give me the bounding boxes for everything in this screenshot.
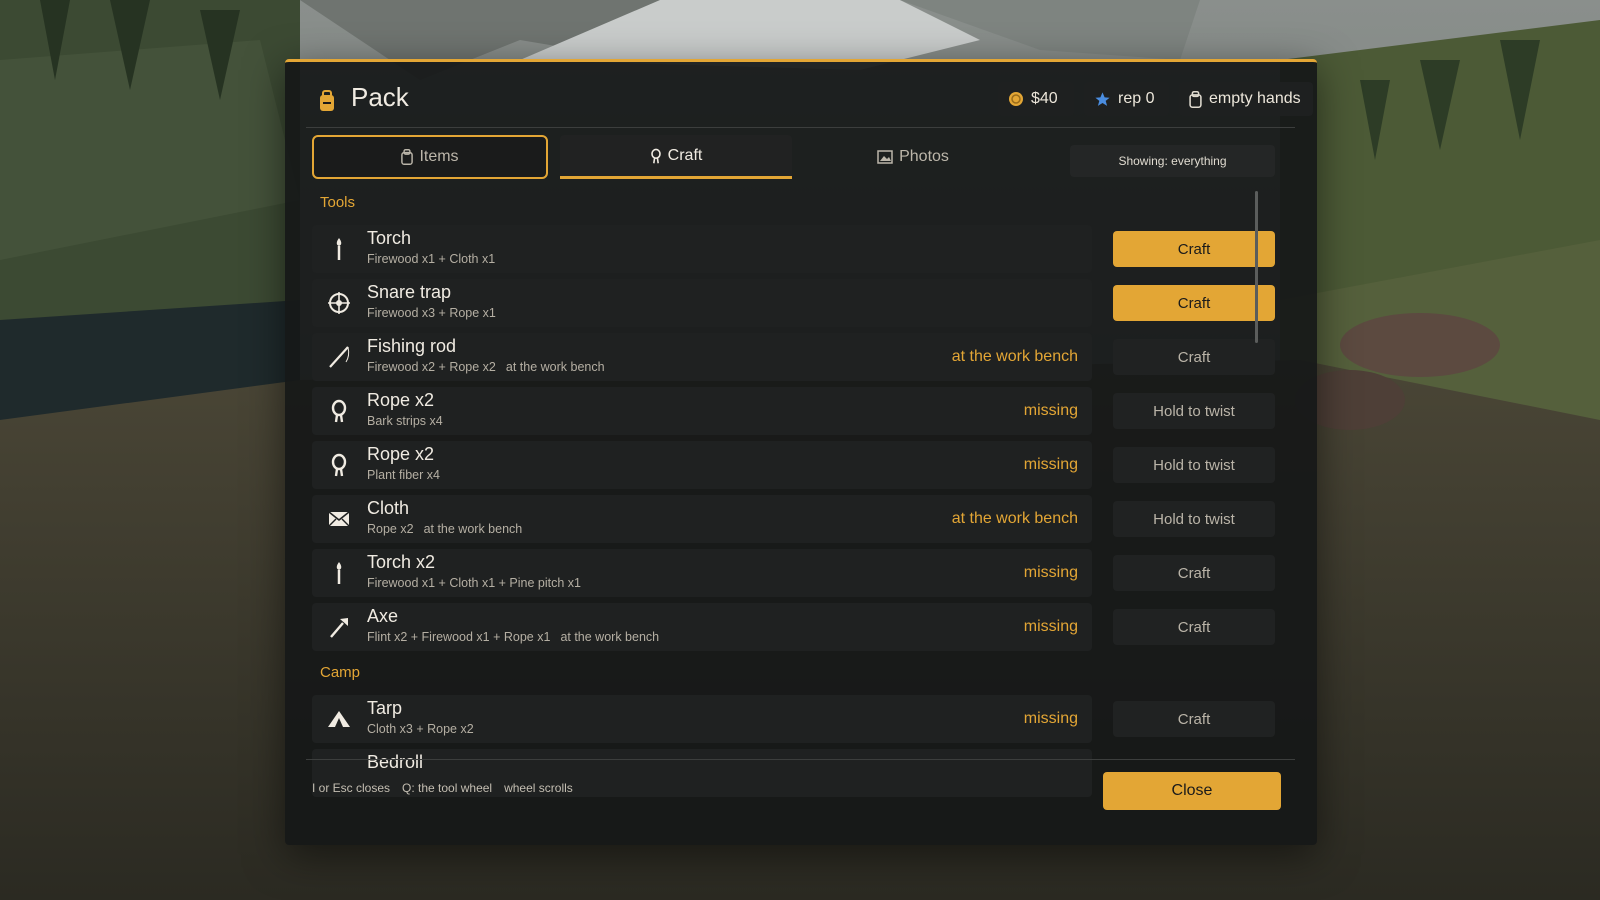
- recipe-ingredients: Firewood x1 + Cloth x1 + Pine pitch x1: [367, 576, 581, 590]
- craft-button[interactable]: Craft: [1113, 285, 1275, 321]
- close-button[interactable]: Close: [1103, 772, 1281, 810]
- recipe-location: at the work bench: [560, 630, 660, 644]
- recipe-row[interactable]: Axe Flint x2 + Firewood x1 + Rope x1 at th…: [312, 603, 1092, 651]
- recipe-ingredients: Bark strips x4: [367, 414, 443, 428]
- hold-to-twist-button[interactable]: Hold to twist: [1113, 393, 1275, 429]
- backpack-small-icon: [1189, 90, 1202, 108]
- recipe-name: Snare trap: [367, 282, 452, 302]
- recipe-name: Axe: [367, 606, 399, 626]
- torch-icon: [326, 236, 352, 262]
- ingredients-text: Cloth x3 + Rope x2: [367, 722, 474, 736]
- ingredients-text: Plant fiber x4: [367, 468, 440, 482]
- backpack-icon: [320, 90, 334, 111]
- tab-photos[interactable]: Photos: [798, 135, 1028, 179]
- ingredients-text: Bark strips x4: [367, 414, 443, 428]
- money-chip: $40: [998, 82, 1074, 116]
- tab-items-label: Items: [419, 148, 459, 165]
- tab-photos-label: Photos: [899, 148, 949, 165]
- recipe-name: Fishing rod: [367, 336, 457, 356]
- panel-title: Pack: [351, 82, 409, 112]
- torch-icon: [326, 560, 352, 586]
- hint-scroll: wheel scrolls: [504, 781, 573, 795]
- recipe-name: Bedroll: [367, 752, 424, 772]
- recipe-ingredients: Firewood x3 + Rope x1: [367, 306, 496, 320]
- recipe-status: missing: [1023, 402, 1078, 419]
- recipe-name: Tarp: [367, 698, 403, 718]
- recipe-ingredients: Flint x2 + Firewood x1 + Rope x1 at the w…: [367, 630, 659, 644]
- ingredients-text: Firewood x3 + Rope x1: [367, 306, 496, 320]
- hands-chip: empty hands: [1179, 82, 1313, 116]
- tent-icon: [326, 706, 352, 732]
- rope-icon: [326, 398, 352, 424]
- recipe-location: at the work bench: [423, 522, 523, 536]
- recipe-ingredients: Firewood x1 + Cloth x1: [367, 252, 495, 266]
- recipe-name: Torch: [367, 228, 412, 248]
- recipe-row[interactable]: Snare trap Firewood x3 + Rope x1: [312, 279, 1092, 327]
- recipe-status: missing: [1023, 710, 1078, 727]
- recipe-ingredients: Plant fiber x4: [367, 468, 440, 482]
- money-value: $40: [1031, 90, 1058, 107]
- hold-to-twist-button[interactable]: Hold to twist: [1113, 447, 1275, 483]
- craft-button[interactable]: Craft: [1113, 555, 1275, 591]
- recipe-ingredients: Firewood x2 + Rope x2 at the work bench: [367, 360, 605, 374]
- recipe-row[interactable]: Torch Firewood x1 + Cloth x1: [312, 225, 1092, 273]
- hands-value: empty hands: [1209, 90, 1301, 107]
- control-hints: I or Esc closes Q: the tool wheel wheel …: [312, 781, 573, 795]
- ingredients-text: Firewood x1 + Cloth x1 + Pine pitch x1: [367, 576, 582, 590]
- rep-value: rep 0: [1118, 90, 1155, 107]
- tab-craft[interactable]: Craft: [560, 135, 792, 179]
- pack-panel: Pack $40 rep 0 empty hands Items Craft P…: [285, 59, 1317, 845]
- rope-icon: [326, 452, 352, 478]
- fishing-rod-icon: [326, 344, 352, 370]
- recipe-ingredients: Rope x2 at the work bench: [367, 522, 522, 536]
- ingredients-text: Firewood x2 + Rope x2: [367, 360, 496, 374]
- recipe-row[interactable]: Fishing rod Firewood x2 + Rope x2 at the w…: [312, 333, 1092, 381]
- recipe-name: Torch x2: [367, 552, 436, 572]
- hold-to-twist-button[interactable]: Hold to twist: [1113, 501, 1275, 537]
- craft-button[interactable]: Craft: [1113, 231, 1275, 267]
- ingredients-text: Firewood x1 + Cloth x1: [367, 252, 496, 266]
- axe-icon: [326, 614, 352, 640]
- rep-chip: rep 0: [1084, 82, 1169, 116]
- recipe-name: Rope x2: [367, 390, 435, 410]
- recipe-row[interactable]: Torch x2 Firewood x1 + Cloth x1 + Pine pi…: [312, 549, 1092, 597]
- filter-toggle[interactable]: Showing: everything: [1070, 145, 1275, 177]
- tab-craft-label: Craft: [667, 146, 703, 164]
- craft-button[interactable]: Craft: [1113, 609, 1275, 645]
- craft-button[interactable]: Craft: [1113, 339, 1275, 375]
- recipe-status: missing: [1023, 618, 1078, 635]
- star-icon: [1095, 91, 1110, 106]
- cloth-icon: [326, 506, 352, 532]
- list-scrollbar[interactable]: [1255, 191, 1258, 343]
- recipe-status: at the work bench: [951, 510, 1078, 527]
- ingredients-text: Flint x2 + Firewood x1 + Rope x1: [367, 630, 551, 644]
- recipe-ingredients: Cloth x3 + Rope x2: [367, 722, 474, 736]
- hint-close: I or Esc closes: [312, 781, 391, 795]
- section-label-camp: Camp: [320, 664, 361, 681]
- craft-button[interactable]: Craft: [1113, 701, 1275, 737]
- recipe-row[interactable]: Cloth Rope x2 at the work bench at the work…: [312, 495, 1092, 543]
- panel-header: Pack $40 rep 0 empty hands: [285, 62, 1317, 132]
- photo-icon: [877, 150, 893, 164]
- recipe-status: missing: [1023, 564, 1078, 581]
- footer-divider: [306, 759, 1295, 760]
- snare-icon: [326, 290, 352, 316]
- rope-icon: [650, 148, 661, 163]
- recipe-name: Rope x2: [367, 444, 435, 464]
- section-label-tools: Tools: [320, 194, 356, 211]
- recipe-status: at the work bench: [951, 348, 1078, 365]
- coin-icon: [1009, 92, 1023, 106]
- recipe-location: at the work bench: [505, 360, 605, 374]
- tab-items[interactable]: Items: [312, 135, 548, 179]
- recipe-name: Cloth: [367, 498, 410, 518]
- recipe-row[interactable]: Tarp Cloth x3 + Rope x2 missing: [312, 695, 1092, 743]
- recipe-list[interactable]: Tools Torch Firewood x1 + Cloth x1 Craft Sna…: [312, 189, 1275, 822]
- header-divider: [306, 127, 1295, 128]
- recipe-row[interactable]: Rope x2 Plant fiber x4 missing: [312, 441, 1092, 489]
- backpack-small-icon: [401, 149, 414, 165]
- recipe-row[interactable]: Rope x2 Bark strips x4 missing: [312, 387, 1092, 435]
- hint-tool-wheel: Q: the tool wheel: [402, 781, 493, 795]
- ingredients-text: Rope x2: [367, 522, 414, 536]
- recipe-status: missing: [1023, 456, 1078, 473]
